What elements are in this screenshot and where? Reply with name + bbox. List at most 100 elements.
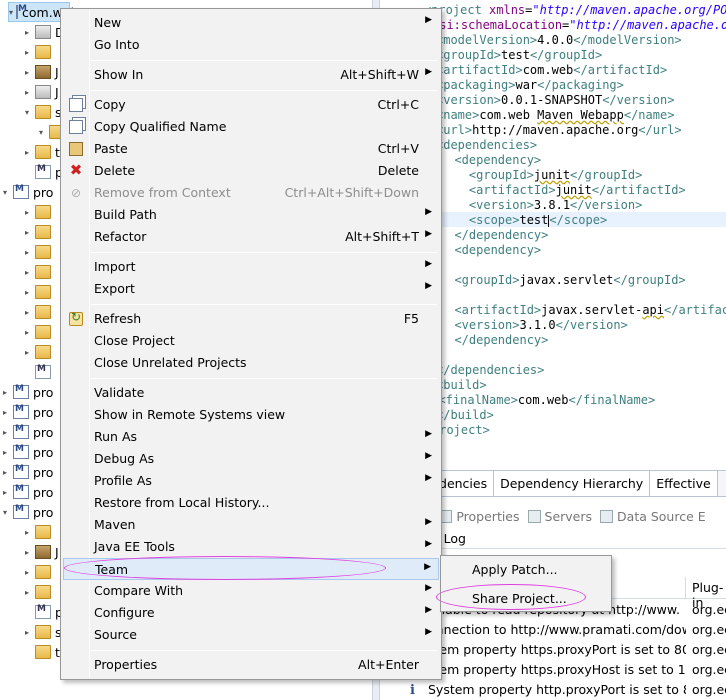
menu-item-label: Copy Qualified Name: [94, 119, 227, 134]
expand-arrow-icon[interactable]: ▸: [22, 588, 32, 597]
expand-arrow-icon[interactable]: ▸: [22, 568, 32, 577]
expand-arrow-icon[interactable]: ▸: [22, 288, 32, 297]
menu-item-validate[interactable]: Validate: [63, 382, 439, 404]
expand-arrow-icon[interactable]: ▸: [0, 388, 10, 397]
tree-item[interactable]: ▸: [22, 582, 55, 602]
tree-item[interactable]: ▸ s: [22, 622, 62, 642]
expand-arrow-icon[interactable]: ▸: [22, 628, 32, 637]
menu-item-copy-qualified-name[interactable]: Copy Qualified Name: [63, 116, 439, 138]
menu-item-export[interactable]: Export ▶: [63, 278, 439, 300]
tree-item[interactable]: ▸: [22, 242, 55, 262]
tree-item[interactable]: ▸ pro: [0, 482, 53, 502]
menu-item-go-into[interactable]: Go Into: [63, 34, 439, 56]
expand-arrow-icon[interactable]: ▸: [22, 48, 32, 57]
expand-arrow-icon[interactable]: ▸: [0, 488, 10, 497]
menu-item-show-in[interactable]: Show In Alt+Shift+W ▶: [63, 64, 439, 86]
tree-item[interactable]: ▸: [22, 562, 55, 582]
tree-item[interactable]: ▸: [22, 222, 55, 242]
collapse-arrow-icon[interactable]: ▾: [22, 108, 32, 117]
collapse-arrow-icon[interactable]: ▾: [36, 128, 46, 137]
tree-item[interactable]: p: [22, 602, 63, 622]
menu-item-share-project[interactable]: Share Project...: [443, 588, 609, 610]
expand-arrow-icon[interactable]: ▸: [22, 228, 32, 237]
tree-item[interactable]: ▸ t: [22, 142, 60, 162]
expand-arrow-icon[interactable]: ▸: [0, 468, 10, 477]
tree-item[interactable]: ▸: [22, 282, 55, 302]
menu-item-show-in-remote-systems-view[interactable]: Show in Remote Systems view: [63, 404, 439, 426]
tree-item[interactable]: ▾ pro: [0, 502, 53, 522]
expand-arrow-icon[interactable]: ▸: [22, 88, 32, 97]
menu-item-close-project[interactable]: Close Project: [63, 330, 439, 352]
tree-item[interactable]: ▾ pro: [0, 182, 53, 202]
expand-arrow-icon[interactable]: ▸: [22, 268, 32, 277]
tree-item[interactable]: ▸ pro: [0, 422, 53, 442]
tree-item[interactable]: ▾ s: [22, 102, 62, 122]
tree-item[interactable]: ▸: [22, 202, 55, 222]
tree-item[interactable]: ▸: [22, 322, 55, 342]
menu-item-configure[interactable]: Configure ▶: [63, 602, 439, 624]
tree-item[interactable]: p: [22, 162, 63, 182]
menu-item-build-path[interactable]: Build Path ▶: [63, 204, 439, 226]
tree-item[interactable]: ▸: [22, 42, 55, 62]
menu-item-properties[interactable]: Properties Alt+Enter: [63, 654, 439, 676]
menu-item-team[interactable]: Team ▶: [63, 558, 439, 580]
tree-item[interactable]: ▸: [22, 262, 55, 282]
expand-arrow-icon[interactable]: ▸: [22, 308, 32, 317]
menu-item-compare-with[interactable]: Compare With ▶: [63, 580, 439, 602]
tree-item[interactable]: ▸ J: [22, 62, 59, 82]
expand-arrow-icon[interactable]: ▸: [22, 208, 32, 217]
menu-item-debug-as[interactable]: Debug As ▶: [63, 448, 439, 470]
expand-arrow-icon[interactable]: ▸: [22, 68, 32, 77]
menu-item-maven[interactable]: Maven ▶: [63, 514, 439, 536]
menu-item-delete[interactable]: ✖ Delete Delete: [63, 160, 439, 182]
tree-item[interactable]: ▸: [22, 302, 55, 322]
expand-arrow-icon[interactable]: ▸: [22, 328, 32, 337]
code-line: <dependency>: [440, 153, 541, 168]
tree-item[interactable]: ▸ J: [22, 82, 59, 102]
tree-item[interactable]: ▸ J: [22, 542, 59, 562]
menu-item-import[interactable]: Import ▶: [63, 256, 439, 278]
collapse-arrow-icon[interactable]: ▾: [0, 508, 10, 517]
menu-item-run-as[interactable]: Run As ▶: [63, 426, 439, 448]
collapse-arrow-icon[interactable]: ▾: [0, 188, 10, 197]
menu-item-new[interactable]: New ▶: [63, 12, 439, 34]
log-message: System property http.proxyPort is set to…: [428, 682, 686, 697]
tree-item[interactable]: ▸: [22, 522, 55, 542]
tree-item[interactable]: [22, 362, 55, 382]
expand-arrow-icon[interactable]: ▸: [22, 548, 32, 557]
tab-dependency-hierarchy[interactable]: Dependency Hierarchy: [494, 471, 651, 496]
menu-item-close-unrelated-projects[interactable]: Close Unrelated Projects: [63, 352, 439, 374]
expand-arrow-icon[interactable]: ▸: [22, 528, 32, 537]
expand-arrow-icon[interactable]: ▸: [0, 408, 10, 417]
collapse-arrow-icon[interactable]: ▾: [9, 8, 13, 17]
menu-item-refresh[interactable]: Refresh F5: [63, 308, 439, 330]
view-tab-servers[interactable]: Servers: [527, 509, 592, 524]
menu-item-shortcut: Ctrl+C: [377, 97, 419, 112]
log-row[interactable]: i System property http.proxyPort is set t…: [380, 680, 726, 700]
view-tab-data-source-e[interactable]: Data Source E: [600, 509, 706, 524]
menu-item-profile-as[interactable]: Profile As ▶: [63, 470, 439, 492]
tree-item[interactable]: ▸ pro: [0, 382, 53, 402]
column-separator[interactable]: [685, 577, 686, 599]
expand-arrow-icon[interactable]: ▸: [22, 248, 32, 257]
menu-item-refactor[interactable]: Refactor Alt+Shift+T ▶: [63, 226, 439, 248]
tree-item[interactable]: ▸D: [22, 22, 65, 42]
menu-item-restore-from-local-history[interactable]: Restore from Local History...: [63, 492, 439, 514]
menu-item-java-ee-tools[interactable]: Java EE Tools ▶: [63, 536, 439, 558]
menu-item-source[interactable]: Source ▶: [63, 624, 439, 646]
tree-item[interactable]: ▸ pro: [0, 462, 53, 482]
expand-arrow-icon[interactable]: ▸: [0, 448, 10, 457]
tree-item[interactable]: ▸: [22, 342, 55, 362]
tree-item[interactable]: ▸ pro: [0, 442, 53, 462]
tab-effective[interactable]: Effective: [650, 471, 718, 496]
submenu-arrow-icon: ▶: [425, 605, 432, 615]
expand-arrow-icon[interactable]: ▸: [22, 348, 32, 357]
view-tab-properties[interactable]: Properties: [439, 509, 520, 524]
expand-arrow-icon[interactable]: ▸: [22, 148, 32, 157]
menu-item-apply-patch[interactable]: Apply Patch...: [443, 559, 609, 581]
expand-arrow-icon[interactable]: ▸: [22, 28, 32, 37]
menu-item-copy[interactable]: Copy Ctrl+C: [63, 94, 439, 116]
expand-arrow-icon[interactable]: ▸: [0, 428, 10, 437]
tree-item[interactable]: ▸ pro: [0, 402, 53, 422]
menu-item-paste[interactable]: Paste Ctrl+V: [63, 138, 439, 160]
